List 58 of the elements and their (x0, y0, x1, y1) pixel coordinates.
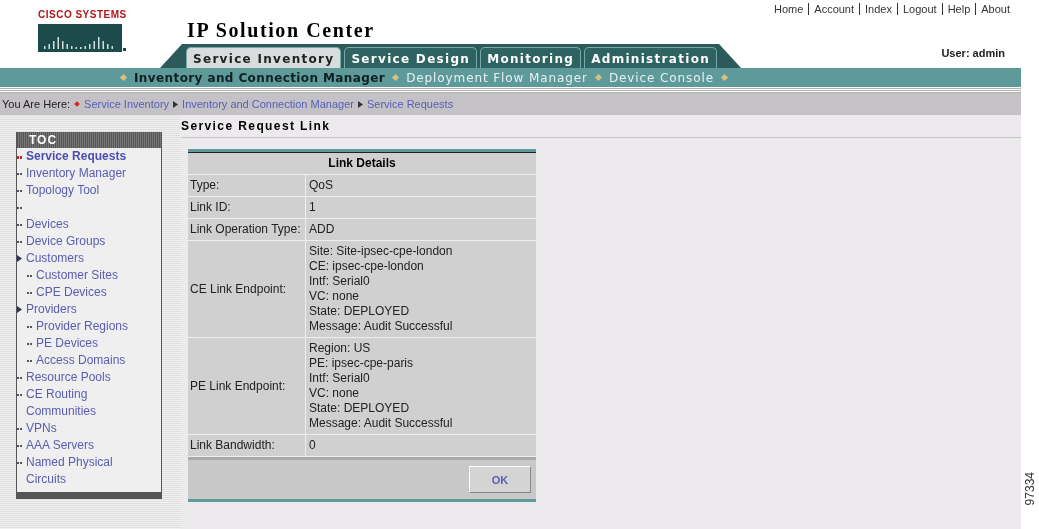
toc-link[interactable]: Access Domains (36, 352, 126, 369)
table-cell: Link ID: (188, 197, 306, 218)
toc-link[interactable]: VPNs (26, 420, 57, 437)
chevron-icon (173, 100, 179, 108)
toc-link[interactable]: Provider Regions (36, 318, 129, 335)
table-cell: Link Bandwidth: (188, 435, 306, 456)
table-cell-text: 0 (308, 437, 317, 454)
toc-link[interactable]: AAA Servers (26, 437, 95, 454)
ok-button[interactable]: OK (469, 466, 531, 493)
header-link[interactable]: About (976, 3, 1015, 15)
logo-text: CISCO SYSTEMS (38, 9, 128, 20)
breadcrumb-label: You Are Here: (2, 98, 71, 110)
header-link[interactable]: Help (942, 3, 976, 15)
page-title: Service Request Link (181, 119, 332, 133)
chevron-icon (357, 100, 363, 108)
toc-link[interactable]: Named Physical Circuits (26, 454, 134, 488)
table-cell-text: 1 (308, 199, 317, 216)
breadcrumb-link[interactable]: Service Requests (366, 98, 454, 110)
nav-tab[interactable]: Administration (584, 47, 718, 68)
figure-number: 97334 (1023, 471, 1037, 505)
user-label: User: admin (941, 47, 1005, 59)
table-cell-text: QoS (308, 177, 334, 194)
header-link[interactable]: Account (809, 3, 860, 15)
bullet-icon (74, 101, 80, 107)
table-cell: PE Link Endpoint: (188, 338, 306, 434)
toc-link[interactable]: CE Routing Communities (26, 386, 134, 420)
table-cell: CE Link Endpoint: (188, 241, 306, 337)
toc-title: TOC (17, 132, 161, 148)
toc-link[interactable]: Devices (26, 216, 69, 233)
table-cell: Link Operation Type: (188, 219, 306, 240)
toc-link[interactable]: Inventory Manager (26, 165, 127, 182)
breadcrumb-link[interactable]: Service Inventory (84, 98, 170, 110)
breadcrumb-link[interactable]: Inventory and Connection Manager (182, 98, 354, 110)
subnav-link[interactable]: Deployment Flow Manager (406, 70, 588, 85)
app-title: IP Solution Center (187, 19, 376, 41)
nav-tab[interactable]: Monitoring (480, 47, 582, 68)
subnav-link[interactable]: Inventory and Connection Manager (134, 70, 386, 85)
toc-link[interactable]: CPE Devices (36, 284, 107, 301)
table-header: Link Details (188, 152, 536, 175)
toc-link[interactable]: Resource Pools (26, 369, 111, 386)
toc-link[interactable]: Service Requests (26, 148, 127, 165)
header-link[interactable]: Logout (897, 3, 942, 15)
nav-tab[interactable]: Service Design (344, 47, 478, 68)
toc-link[interactable]: Customers (26, 250, 84, 267)
toc-link[interactable]: Customer Sites (36, 267, 119, 284)
toc-link[interactable]: Providers (26, 301, 77, 318)
toc-link[interactable]: Topology Tool (26, 182, 100, 199)
table-cell: Type: (188, 175, 306, 196)
logo-icon (38, 24, 126, 52)
table-cell-text: Region: US PE: ipsec-cpe-paris Intf: Serial0 VC: none State: DEPLOYED Message: Audit Successful (308, 340, 454, 432)
toc-link[interactable]: PE Devices (36, 335, 99, 352)
table-cell-text: Site: Site-ipsec-cpe-london CE: ipsec-cpe-london Intf: Serial0 VC: none State: DEPLOYED Message: Audit Successful (308, 243, 454, 335)
toc-link[interactable]: Device Groups (26, 233, 106, 250)
subnav-link[interactable]: Device Console (608, 70, 714, 85)
header-link[interactable]: Home (768, 3, 809, 15)
nav-tab[interactable]: Service Inventory (186, 47, 342, 68)
header-link[interactable]: Index (860, 3, 897, 15)
table-cell-text: ADD (308, 221, 336, 238)
